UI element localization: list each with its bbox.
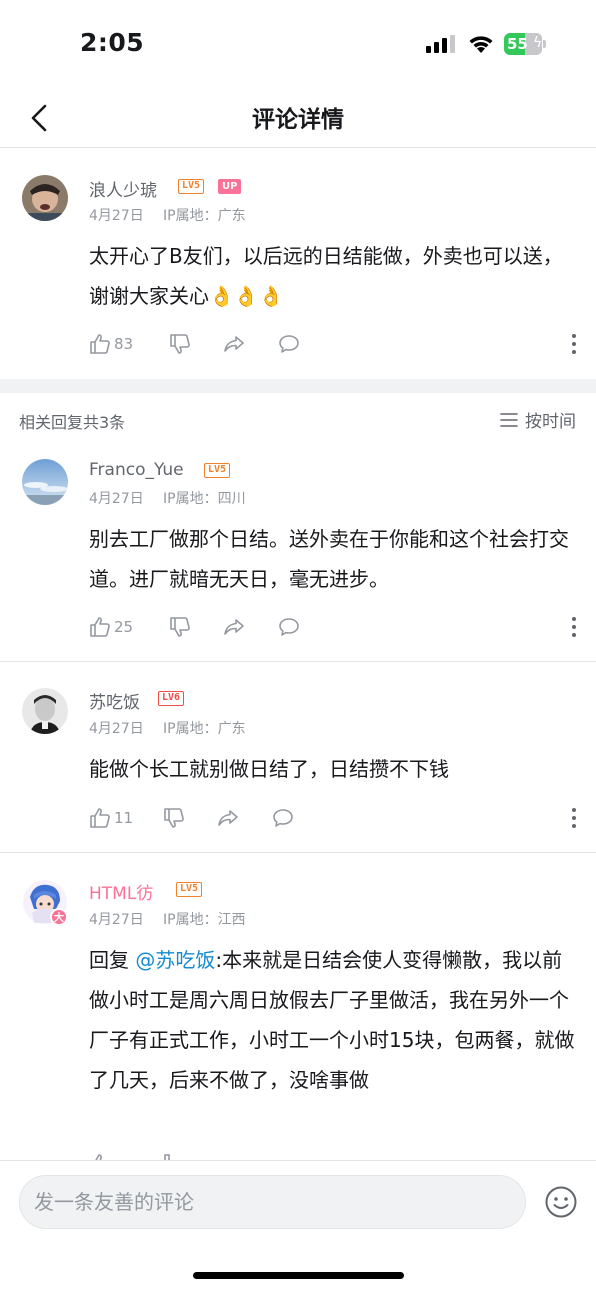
ip-location: IP属地：广东 <box>163 721 246 737</box>
comment-actions: 83 <box>88 330 578 358</box>
dislike-button[interactable] <box>168 330 192 358</box>
comment-input-bar: 发一条友善的评论 <box>0 1160 596 1291</box>
wifi-icon <box>469 36 493 53</box>
level-badge: LV5 <box>178 179 205 194</box>
thumb-down-icon <box>170 334 190 354</box>
reply-item: 大 HTML彷 LV5 4月27日 IP属地：江西 回复 @苏吃饭:本来就是日结… <box>0 853 596 1160</box>
reply-item: Franco_Yue LV5 4月27日 IP属地：四川 别去工厂做那个日结。送… <box>0 445 596 661</box>
dislike-button[interactable] <box>162 804 186 832</box>
ok-hand-emoji: 👌👌👌 <box>209 284 284 308</box>
status-time: 2:05 <box>80 28 145 57</box>
more-options-icon[interactable] <box>570 615 578 639</box>
battery-percent: 55 <box>507 35 528 53</box>
thumb-down-icon <box>170 617 190 637</box>
thumb-up-icon <box>95 1154 102 1160</box>
reply-button[interactable] <box>271 804 295 832</box>
comment-text: 回复 @苏吃饭:本来就是日结会使人变得懒散，我以前做小时工是周六周日放假去厂子里… <box>89 940 579 1100</box>
home-indicator <box>193 1272 404 1279</box>
comment-actions: 11 <box>88 804 578 832</box>
share-icon <box>218 810 238 826</box>
comment-date: 4月27日 <box>89 912 144 928</box>
section-separator <box>0 379 596 393</box>
thumb-up-icon <box>90 808 110 828</box>
comment-text: 别去工厂做那个日结。送外卖在于你能和这个社会打交道。进厂就暗无天日，毫无进步。 <box>89 527 569 591</box>
comment-bubble-icon <box>279 618 299 636</box>
thumb-up-icon <box>90 617 110 637</box>
nav-bar: 评论详情 <box>0 88 596 148</box>
reply-button[interactable] <box>277 613 301 641</box>
comment-date: 4月27日 <box>89 491 144 507</box>
battery-indicator: 55 ϟ <box>504 33 546 55</box>
comment-date: 4月27日 <box>89 721 144 737</box>
partial-action-row <box>88 1152 578 1160</box>
avatar[interactable] <box>22 688 68 734</box>
avatar[interactable]: 大 <box>22 879 68 926</box>
username[interactable]: HTML彷 <box>89 879 153 904</box>
replies-count: 相关回复共3条 <box>19 413 126 432</box>
cellular-signal-icon <box>426 35 455 53</box>
thumb-up-icon <box>90 334 110 354</box>
page-title: 评论详情 <box>252 107 344 133</box>
comment-date: 4月27日 <box>89 208 144 224</box>
more-options-icon[interactable] <box>570 806 578 830</box>
username[interactable]: Franco_Yue <box>89 460 184 480</box>
sort-lines-icon <box>500 412 518 427</box>
sort-by-time-button[interactable]: 按时间 <box>499 407 576 432</box>
mention-link[interactable]: @苏吃饭 <box>135 948 215 972</box>
share-button[interactable] <box>222 613 246 641</box>
comment-bubble-icon <box>273 809 293 827</box>
ip-location: IP属地：广东 <box>163 208 246 224</box>
reply-prefix: 回复 <box>89 948 129 972</box>
reply-button[interactable] <box>277 330 301 358</box>
username[interactable]: 苏吃饭 <box>89 688 140 713</box>
share-button[interactable] <box>216 804 240 832</box>
like-button[interactable]: 11 <box>88 804 133 832</box>
dislike-button[interactable] <box>168 613 192 641</box>
share-icon <box>224 619 244 635</box>
reply-item: 苏吃饭 LV6 4月27日 IP属地：广东 能做个长工就别做日结了，日结攒不下钱… <box>0 662 596 852</box>
like-count: 25 <box>114 618 134 636</box>
charging-bolt-icon: ϟ <box>533 35 542 51</box>
share-icon <box>224 336 244 352</box>
svg-text:大: 大 <box>54 911 64 924</box>
comment-text: 太开心了B友们，以后远的日结能做，外卖也可以送，谢谢大家关心👌👌👌 <box>89 236 579 316</box>
ip-location: IP属地：江西 <box>163 912 246 928</box>
level-badge: LV5 <box>176 882 203 897</box>
comment-body: 太开心了B友们，以后远的日结能做，外卖也可以送，谢谢大家关心 <box>89 244 563 308</box>
emoji-icon[interactable] <box>544 1185 578 1219</box>
main-comment: 浪人少琥 LV5 UP 4月27日 IP属地：广东 太开心了B友们，以后远的日结… <box>0 148 596 379</box>
replies-header: 相关回复共3条 按时间 <box>0 393 596 445</box>
like-button[interactable]: 83 <box>88 330 133 358</box>
level-badge: LV6 <box>158 691 185 706</box>
share-button[interactable] <box>222 330 246 358</box>
level-badge: LV5 <box>204 463 231 478</box>
comment-input[interactable]: 发一条友善的评论 <box>19 1175 526 1229</box>
up-badge: UP <box>218 179 242 194</box>
comment-text: 能做个长工就别做日结了，日结攒不下钱 <box>89 757 449 781</box>
comment-bubble-icon <box>279 335 299 353</box>
more-options-icon[interactable] <box>570 332 578 356</box>
ip-location: IP属地：四川 <box>163 491 246 507</box>
thumb-down-icon <box>164 808 184 828</box>
comment-actions: 25 <box>88 613 578 641</box>
like-count: 11 <box>114 809 134 827</box>
thumb-down-icon <box>164 1154 170 1160</box>
username[interactable]: 浪人少琥 <box>89 176 157 201</box>
sort-label: 按时间 <box>525 412 576 432</box>
like-count: 83 <box>114 335 134 353</box>
avatar[interactable] <box>22 175 68 221</box>
status-bar: 2:05 55 ϟ <box>0 0 596 88</box>
like-button[interactable]: 25 <box>88 613 133 641</box>
avatar[interactable] <box>22 459 68 505</box>
